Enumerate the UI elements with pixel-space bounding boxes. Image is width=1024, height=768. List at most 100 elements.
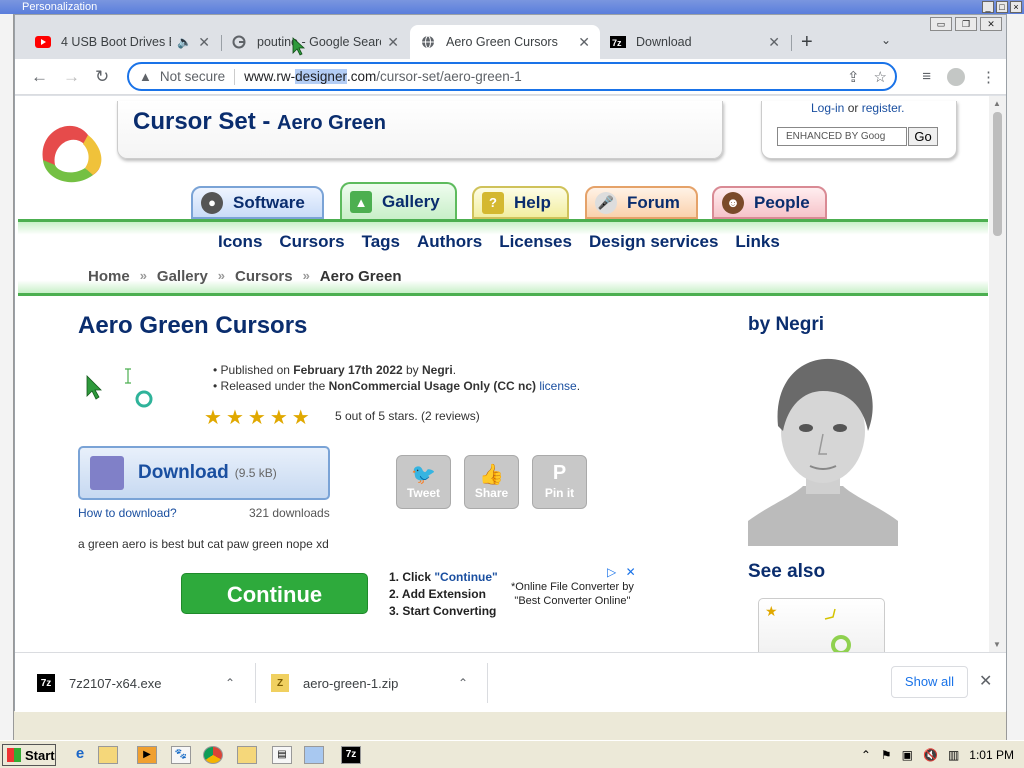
published-date: February 17th 2022 [293,363,403,377]
close-tab-icon[interactable]: ✕ [578,34,590,51]
maximize-icon[interactable]: □ [996,1,1008,13]
share-icon[interactable]: ⇪ [847,68,860,86]
close-tab-icon[interactable]: ✕ [768,34,780,51]
subnav-tags[interactable]: Tags [362,232,400,252]
login-link[interactable]: Log-in [811,101,844,115]
tab-download[interactable]: 7z Download ✕ [600,25,790,59]
show-hidden-icons-icon[interactable]: ⌃ [861,748,871,762]
profile-avatar-icon[interactable] [947,68,965,86]
menu-icon[interactable]: ⋮ [981,68,996,86]
search-go-button[interactable]: Go [908,127,938,146]
pin-it-button[interactable]: P Pin it [532,455,587,509]
tab-google-search[interactable]: poutine - Google Searc ✕ [221,25,409,59]
volume-muted-icon[interactable]: 🔇 [923,748,938,762]
restore-button[interactable]: ❐ [955,17,977,31]
start-label: Start [25,747,55,763]
related-cursor-card[interactable]: ★ [758,598,885,652]
network-icon[interactable]: ▣ [902,748,913,762]
new-tab-button[interactable]: + [801,31,813,54]
share-button[interactable]: 👍 Share [464,455,519,509]
close-window-button[interactable]: ✕ [980,17,1002,31]
security-label[interactable]: Not secure [160,69,225,84]
show-all-button[interactable]: Show all [891,666,968,698]
license-link[interactable]: license [539,379,576,393]
download-button[interactable]: Download (9.5 kB) [78,446,330,500]
star-icon[interactable]: ★ [226,405,244,430]
subnav-links[interactable]: Links [735,232,779,252]
star-icon[interactable]: ★ [292,405,310,430]
scrollbar-thumb[interactable] [993,112,1002,236]
media-player-icon[interactable]: ▶ [137,746,157,764]
close-icon[interactable]: × [1010,1,1022,13]
folder-icon[interactable] [237,746,257,764]
file-explorer-icon[interactable] [98,746,118,764]
scroll-down-icon[interactable]: ▼ [993,640,1001,649]
adchoices-icon[interactable]: ▷ [607,565,616,579]
breadcrumb-gallery[interactable]: Gallery [157,268,208,285]
subnav-authors[interactable]: Authors [417,232,482,252]
start-button[interactable]: Start [2,744,56,766]
how-to-download-link[interactable]: How to download? [78,506,177,520]
minimize-icon[interactable]: _ [982,1,994,13]
site-tab-people[interactable]: ☻ People [712,186,827,219]
subnav-design-services[interactable]: Design services [589,232,718,252]
close-tab-icon[interactable]: ✕ [387,34,399,51]
star-icon[interactable]: ★ [270,405,288,430]
minimize-button[interactable]: ▭ [930,17,952,31]
speaker-icon[interactable]: 🔈 [177,35,192,49]
reload-button[interactable]: ↻ [95,67,109,87]
download-item[interactable]: Z aero-green-1.zip ⌃ [271,665,483,701]
download-item[interactable]: 7z 7z2107-x64.exe ⌃ [37,665,249,701]
bookmark-star-icon[interactable]: ☆ [874,68,887,86]
warning-icon[interactable]: ▲ [139,69,152,84]
globe-icon [420,34,436,50]
chevron-up-icon[interactable]: ⌃ [458,676,468,690]
shelf-separator [487,663,488,703]
chevron-up-icon[interactable]: ⌃ [225,676,235,690]
author-byline[interactable]: by Negri [748,314,824,336]
forward-button[interactable]: → [63,67,80,87]
subnav-icons[interactable]: Icons [218,232,262,252]
address-bar[interactable]: ▲ Not secure www.rw-designer .com/cursor-… [127,62,897,91]
scroll-up-icon[interactable]: ▲ [993,99,1001,108]
rw-designer-logo[interactable] [33,110,115,190]
rating-stars[interactable]: ★ ★ ★ ★ ★ [204,405,310,430]
back-button[interactable]: ← [31,67,48,87]
clock[interactable]: 1:01 PM [969,748,1014,762]
tweet-button[interactable]: 🐦 Tweet [396,455,451,509]
tab-youtube[interactable]: 4 USB Boot Drives E 🔈 ✕ [25,25,220,59]
ad-close-icon[interactable]: ✕ [626,565,636,579]
tab-aero-green-cursors[interactable]: Aero Green Cursors ✕ [410,25,600,59]
cursor-description: a green aero is best but cat paw green n… [78,537,329,551]
close-shelf-icon[interactable]: ✕ [979,671,992,691]
site-tab-help[interactable]: ? Help [472,186,569,219]
tab-strip: 4 USB Boot Drives E 🔈 ✕ poutine - Google… [15,15,1006,61]
star-icon[interactable]: ★ [248,405,266,430]
internet-explorer-icon[interactable]: e [70,746,90,764]
close-tab-icon[interactable]: ✕ [198,34,210,51]
breadcrumb-home[interactable]: Home [88,268,130,285]
page-scrollbar[interactable]: ▲ ▼ [989,96,1006,652]
subnav-licenses[interactable]: Licenses [499,232,572,252]
ad-continue-button[interactable]: Continue [181,573,368,614]
author-portrait[interactable] [748,346,898,546]
star-icon[interactable]: ★ [204,405,222,430]
chrome-icon[interactable] [203,746,223,764]
site-tab-gallery[interactable]: ▲ Gallery [340,182,457,220]
media-controls-icon[interactable]: ≡ [922,68,931,86]
breadcrumb: Home » Gallery » Cursors » Aero Green [88,268,402,285]
ime-icon[interactable]: ▥ [948,748,959,762]
subnav-cursors[interactable]: Cursors [279,232,344,252]
remote-desktop-icon[interactable] [304,746,324,764]
tab-search-dropdown-icon[interactable]: ⌄ [881,33,891,47]
breadcrumb-cursors[interactable]: Cursors [235,268,293,285]
site-search-input[interactable]: ENHANCED BY Goog [777,127,907,146]
document-icon[interactable]: ▤ [272,746,292,764]
author-name[interactable]: Negri [422,363,453,377]
register-link[interactable]: register. [862,101,905,115]
site-tab-forum[interactable]: 🎤 Forum [585,186,698,219]
site-tab-software[interactable]: ● Software [191,186,324,219]
app-icon[interactable]: 🐾 [171,746,191,764]
7zip-taskbar-icon[interactable]: 7z [341,746,361,764]
flag-icon[interactable]: ⚑ [881,748,892,762]
